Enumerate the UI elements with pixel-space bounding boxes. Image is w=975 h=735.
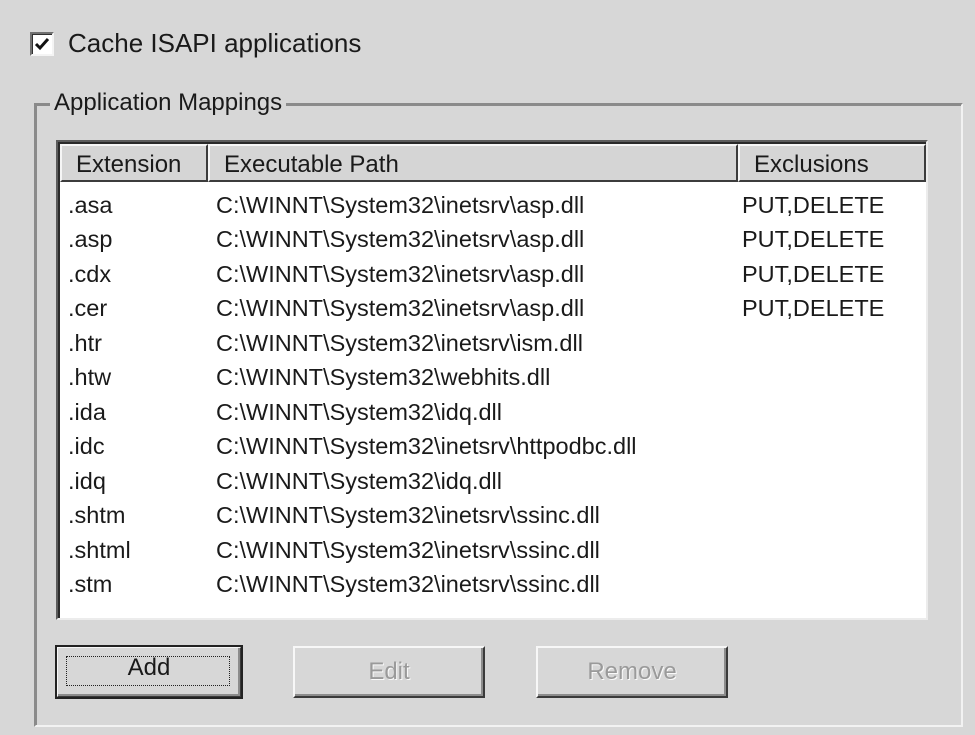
checkmark-icon — [34, 37, 50, 50]
column-header-exclusions[interactable]: Exclusions — [738, 144, 926, 182]
table-row[interactable]: .idc C:\WINNT\System32\inetsrv\httpodbc.d… — [58, 430, 926, 465]
table-row[interactable]: .idq C:\WINNT\System32\idq.dll — [58, 464, 926, 499]
cell-extension: .htw — [68, 364, 112, 391]
cell-executable-path: C:\WINNT\System32\idq.dll — [216, 467, 502, 494]
list-rows: .asa C:\WINNT\System32\inetsrv\asp.dll PUT… — [58, 182, 926, 602]
mappings-list[interactable]: Extension Executable Path Exclusions .as… — [56, 140, 928, 620]
cell-extension: .asp — [68, 226, 113, 253]
cell-executable-path: C:\WINNT\System32\inetsrv\httpodbc.dll — [216, 433, 637, 460]
cell-exclusions: PUT,DELETE — [742, 226, 885, 253]
cell-exclusions: PUT,DELETE — [742, 295, 885, 322]
application-mappings-title: Application Mappings — [50, 89, 287, 117]
add-button[interactable]: Add — [55, 645, 243, 699]
cell-executable-path: C:\WINNT\System32\inetsrv\asp.dll — [216, 191, 585, 218]
cell-extension: .cer — [68, 295, 108, 322]
cell-extension: .htr — [68, 329, 102, 356]
cell-exclusions: PUT,DELETE — [742, 260, 885, 287]
table-row[interactable]: .asp C:\WINNT\System32\inetsrv\asp.dll PUT… — [58, 223, 926, 258]
list-header: Extension Executable Path Exclusions — [60, 144, 926, 182]
table-row[interactable]: .asa C:\WINNT\System32\inetsrv\asp.dll PUT… — [58, 188, 926, 223]
table-row[interactable]: .htw C:\WINNT\System32\webhits.dll — [58, 361, 926, 396]
cache-isapi-label[interactable]: Cache ISAPI applications — [68, 28, 361, 59]
table-row[interactable]: .ida C:\WINNT\System32\idq.dll — [58, 395, 926, 430]
cell-executable-path: C:\WINNT\System32\inetsrv\ssinc.dll — [216, 571, 600, 598]
table-row[interactable]: .shtml C:\WINNT\System32\inetsrv\ssinc.dl… — [58, 533, 926, 568]
cache-isapi-checkbox[interactable] — [30, 31, 54, 56]
cell-executable-path: C:\WINNT\System32\inetsrv\ssinc.dll — [216, 536, 600, 563]
remove-button[interactable]: Remove — [536, 646, 728, 698]
add-button-label: Add — [127, 654, 171, 681]
column-header-executable-path[interactable]: Executable Path — [208, 144, 738, 182]
cell-executable-path: C:\WINNT\System32\idq.dll — [216, 398, 502, 425]
cell-executable-path: C:\WINNT\System32\inetsrv\ssinc.dll — [216, 502, 600, 529]
cell-extension: .shtml — [68, 536, 131, 563]
table-row[interactable]: .cdx C:\WINNT\System32\inetsrv\asp.dll PUT… — [58, 257, 926, 292]
cache-isapi-checkbox-row[interactable]: Cache ISAPI applications — [30, 28, 361, 59]
cell-exclusions: PUT,DELETE — [742, 191, 885, 218]
cell-executable-path: C:\WINNT\System32\webhits.dll — [216, 364, 551, 391]
cell-extension: .idq — [68, 467, 106, 494]
table-row[interactable]: .shtm C:\WINNT\System32\inetsrv\ssinc.dll — [58, 499, 926, 534]
cell-extension: .ida — [68, 398, 106, 425]
remove-button-label: Remove — [587, 658, 677, 685]
table-row[interactable]: .stm C:\WINNT\System32\inetsrv\ssinc.dll — [58, 568, 926, 603]
table-row[interactable]: .htr C:\WINNT\System32\inetsrv\ism.dll — [58, 326, 926, 361]
cell-extension: .asa — [68, 191, 113, 218]
table-row[interactable]: .cer C:\WINNT\System32\inetsrv\asp.dll PUT… — [58, 292, 926, 327]
cell-executable-path: C:\WINNT\System32\inetsrv\asp.dll — [216, 260, 585, 287]
cell-executable-path: C:\WINNT\System32\inetsrv\asp.dll — [216, 226, 585, 253]
cell-extension: .shtm — [68, 502, 126, 529]
cell-extension: .idc — [68, 433, 105, 460]
edit-button-label: Edit — [368, 658, 410, 685]
cell-executable-path: C:\WINNT\System32\inetsrv\asp.dll — [216, 295, 585, 322]
cell-extension: .cdx — [68, 260, 112, 287]
cell-extension: .stm — [68, 571, 113, 598]
edit-button[interactable]: Edit — [293, 646, 485, 698]
column-header-extension[interactable]: Extension — [60, 144, 208, 182]
cell-executable-path: C:\WINNT\System32\inetsrv\ism.dll — [216, 329, 583, 356]
